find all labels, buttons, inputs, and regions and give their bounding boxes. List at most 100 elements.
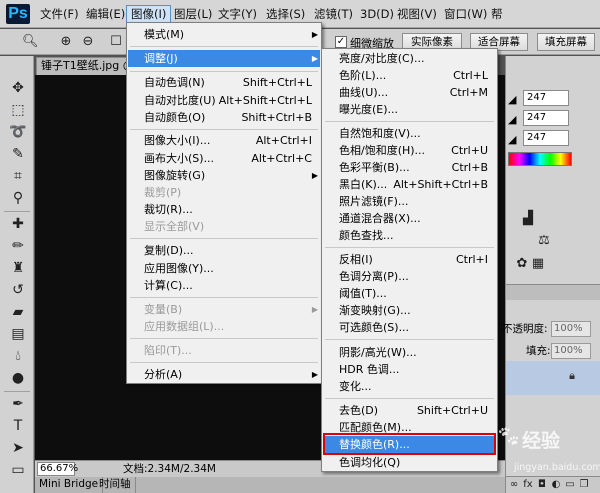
menu-item-black-white[interactable]: 黑白(K)... Alt+Shift+Ctrl+B <box>323 176 496 193</box>
zoom-tool-icon[interactable]: 🔍︎ <box>22 34 39 50</box>
tab-mini-bridge[interactable]: Mini Bridge <box>35 477 104 493</box>
layer-mask-icon[interactable]: ◘ <box>536 479 548 491</box>
adjustment-layer-icon[interactable]: ◐ <box>550 479 562 491</box>
tab-timeline[interactable]: 时间轴 <box>95 477 136 493</box>
menu-item-invert[interactable]: 反相(I) Ctrl+I <box>323 251 496 268</box>
gradient-tool-icon[interactable]: ▤ <box>8 324 28 344</box>
adjustments-submenu: 亮度/对比度(C)... 色阶(L)... Ctrl+L 曲线(U)... Ctrl… <box>321 48 498 472</box>
move-tool-icon[interactable]: ✥ <box>8 78 28 98</box>
menu-item-analysis[interactable]: 分析(A) ▶ <box>128 366 320 383</box>
clone-stamp-tool-icon[interactable]: ♜ <box>8 258 28 278</box>
opacity-field[interactable]: 100% <box>551 321 591 337</box>
menu-item-auto-tone[interactable]: 自动色调(N) Shift+Ctrl+L <box>128 74 320 91</box>
menu-help[interactable]: 帮 <box>487 5 507 23</box>
menu-item-variations[interactable]: 变化... <box>323 378 496 395</box>
zoom-out-icon[interactable]: ⊖ <box>80 34 96 50</box>
link-layers-icon[interactable]: ∞ <box>508 479 520 491</box>
menu-item-canvas-size[interactable]: 画布大小(S)... Alt+Ctrl+C <box>128 150 320 167</box>
color-slider-icon[interactable]: ◢ <box>508 113 520 126</box>
menu-item-channel-mixer[interactable]: 通道混合器(X)... <box>323 210 496 227</box>
menu-item-levels[interactable]: 色阶(L)... Ctrl+L <box>323 67 496 84</box>
brush-tool-icon[interactable]: ✏ <box>8 236 28 256</box>
fill-screen-button[interactable]: 填充屏幕 <box>537 33 595 51</box>
color-slider-icon[interactable]: ◢ <box>508 93 520 106</box>
pen-tool-icon[interactable]: ✒ <box>8 394 28 414</box>
green-value-field[interactable]: 247 <box>523 110 569 126</box>
blue-value-field[interactable]: 247 <box>523 130 569 146</box>
healing-brush-tool-icon[interactable]: ✚ <box>8 214 28 234</box>
menu-item-label: 复制(D)... <box>144 244 194 257</box>
crop-tool-icon[interactable]: ⌗ <box>8 166 28 186</box>
eraser-tool-icon[interactable]: ▰ <box>8 302 28 322</box>
menu-filter[interactable]: 滤镜(T) <box>310 5 357 23</box>
menu-window[interactable]: 窗口(W) <box>440 5 491 23</box>
menu-item-hdr-toning[interactable]: HDR 色调... <box>323 361 496 378</box>
color-ramp[interactable] <box>508 152 572 166</box>
layer-row[interactable]: 🔒︎ <box>506 361 600 395</box>
menu-layer[interactable]: 图层(L) <box>170 5 216 23</box>
quick-select-tool-icon[interactable]: ✎ <box>8 144 28 164</box>
menu-item-auto-contrast[interactable]: 自动对比度(U) Alt+Shift+Ctrl+L <box>128 92 320 109</box>
dodge-tool-icon[interactable]: ● <box>8 368 28 388</box>
menu-item-gradient-map[interactable]: 渐变映射(G)... <box>323 302 496 319</box>
menu-item-label: 自然饱和度(V)... <box>339 127 421 140</box>
menu-item-vibrance[interactable]: 自然饱和度(V)... <box>323 125 496 142</box>
menu-item-image-rotation[interactable]: 图像旋转(G) ▶ <box>128 167 320 184</box>
menu-item-mode[interactable]: 模式(M) ▶ <box>128 26 320 43</box>
menu-edit[interactable]: 编辑(E) <box>82 5 129 23</box>
menu-item-photo-filter[interactable]: 照片滤镜(F)... <box>323 193 496 210</box>
menu-item-apply-image[interactable]: 应用图像(Y)... <box>128 260 320 277</box>
menu-item-threshold[interactable]: 阈值(T)... <box>323 285 496 302</box>
menu-item-auto-color[interactable]: 自动颜色(O) Shift+Ctrl+B <box>128 109 320 126</box>
layer-style-icon[interactable]: fx <box>522 479 534 491</box>
menu-item-label: 模式(M) <box>144 28 185 41</box>
zoom-in-icon[interactable]: ⊕ <box>58 34 74 50</box>
menu-item-duplicate[interactable]: 复制(D)... <box>128 242 320 259</box>
levels-adjust-icon[interactable]: ▟ <box>520 211 536 227</box>
lasso-tool-icon[interactable]: ➰ <box>8 122 28 142</box>
menu-item-curves[interactable]: 曲线(U)... Ctrl+M <box>323 84 496 101</box>
shape-tool-icon[interactable]: ▭ <box>8 460 28 480</box>
menu-item-selective-color[interactable]: 可选颜色(S)... <box>323 319 496 336</box>
color-balance-adjust-icon[interactable]: ⚖ <box>536 233 552 249</box>
menu-item-equalize[interactable]: 色调均化(Q) <box>323 454 496 471</box>
resize-windows-checkbox-icon[interactable]: ☐ <box>108 34 124 50</box>
menu-item-calculations[interactable]: 计算(C)... <box>128 277 320 294</box>
scrubby-zoom-checkbox[interactable]: ✓ <box>335 36 347 48</box>
fill-field[interactable]: 100% <box>551 343 591 359</box>
history-brush-tool-icon[interactable]: ↺ <box>8 280 28 300</box>
menu-file[interactable]: 文件(F) <box>36 5 83 23</box>
type-tool-icon[interactable]: T <box>8 416 28 436</box>
new-layer-icon[interactable]: ❐ <box>578 479 590 491</box>
menu-item-brightness-contrast[interactable]: 亮度/对比度(C)... <box>323 50 496 67</box>
menu-item-color-lookup[interactable]: 颜色查找... <box>323 227 496 244</box>
menu-item-color-balance[interactable]: 色彩平衡(B)... Ctrl+B <box>323 159 496 176</box>
marquee-tool-icon[interactable]: ⬚ <box>8 100 28 120</box>
menu-item-hue-saturation[interactable]: 色相/饱和度(H)... Ctrl+U <box>323 142 496 159</box>
color-slider-icon[interactable]: ◢ <box>508 133 520 146</box>
path-select-tool-icon[interactable]: ➤ <box>8 438 28 458</box>
menu-item-posterize[interactable]: 色调分离(P)... <box>323 268 496 285</box>
zoom-level-field[interactable]: 66.67% <box>37 462 78 476</box>
menu-item-label: 色调均化(Q) <box>339 456 401 469</box>
color-lookup-adjust-icon[interactable]: ▦ <box>530 256 546 272</box>
document-tab[interactable]: 锤子T1壁纸.jpg @ <box>36 57 128 75</box>
channel-mixer-adjust-icon[interactable]: ✿ <box>514 256 530 272</box>
menu-item-desaturate[interactable]: 去色(D) Shift+Ctrl+U <box>323 402 496 419</box>
menu-item-image-size[interactable]: 图像大小(I)... Alt+Ctrl+I <box>128 132 320 149</box>
menu-separator <box>325 121 494 122</box>
blur-tool-icon[interactable]: 💧︎ <box>8 346 28 366</box>
menu-image[interactable]: 图像(I) <box>126 5 172 23</box>
menu-item-adjustments[interactable]: 调整(J) ▶ <box>128 50 320 67</box>
eyedropper-tool-icon[interactable]: ⚲ <box>8 188 28 208</box>
menu-select[interactable]: 选择(S) <box>262 5 309 23</box>
menu-item-shadows-highlights[interactable]: 阴影/高光(W)... <box>323 344 496 361</box>
tool-divider <box>4 391 30 392</box>
menu-view[interactable]: 视图(V) <box>393 5 441 23</box>
menu-item-exposure[interactable]: 曝光度(E)... <box>323 101 496 118</box>
menu-type[interactable]: 文字(Y) <box>214 5 261 23</box>
red-value-field[interactable]: 247 <box>523 90 569 106</box>
group-folder-icon[interactable]: ▭ <box>564 479 576 491</box>
menu-item-trim[interactable]: 裁切(R)... <box>128 201 320 218</box>
menu-3d[interactable]: 3D(D) <box>356 5 398 23</box>
